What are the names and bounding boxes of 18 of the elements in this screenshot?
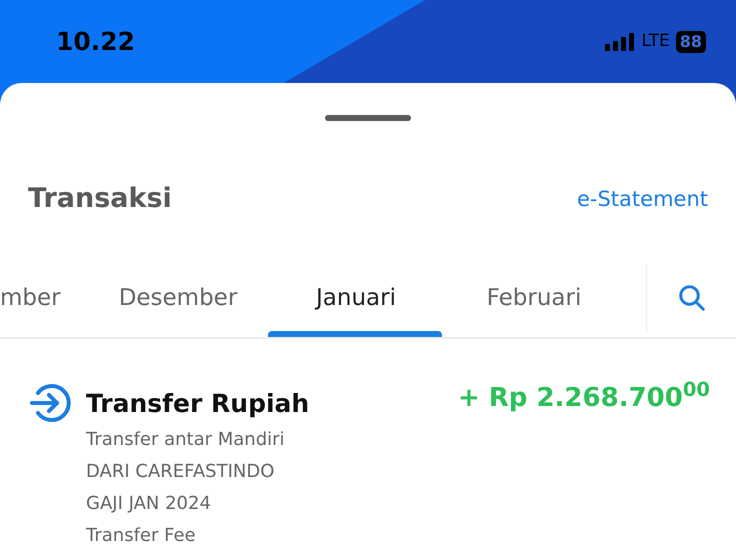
month-tab[interactable]: mber bbox=[0, 260, 90, 336]
search-icon[interactable] bbox=[676, 283, 706, 314]
transaction-detail: GAJI JAN 2024 bbox=[86, 492, 212, 516]
month-tab[interactable]: Desember bbox=[90, 260, 266, 336]
transaction-amount: + Rp 2.268.700$^{00}$ bbox=[458, 378, 710, 414]
month-tab[interactable]: Februari bbox=[446, 260, 622, 336]
transaction-detail: DARI CAREFASTINDO bbox=[86, 460, 276, 484]
transaction-detail: Transfer antar Mandiri bbox=[86, 428, 286, 452]
sheet-title: Transaksi bbox=[28, 182, 172, 216]
transaction-title: Transfer Rupiah bbox=[86, 388, 310, 420]
signal-icon bbox=[605, 32, 636, 52]
transaction-detail: Transfer Fee bbox=[86, 524, 197, 548]
network-label: LTE bbox=[641, 30, 670, 53]
status-time: 10.22 bbox=[56, 26, 136, 58]
battery-level: 88 bbox=[676, 30, 706, 52]
e-statement-link[interactable]: e-Statement bbox=[576, 184, 708, 216]
month-tab[interactable]: Januari bbox=[266, 260, 446, 336]
drag-handle[interactable] bbox=[325, 115, 411, 122]
